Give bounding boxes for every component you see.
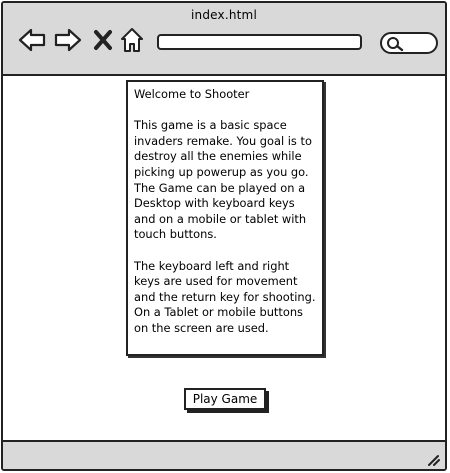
address-bar[interactable]: [157, 34, 362, 50]
info-panel: Welcome to Shooter This game is a basic …: [126, 80, 324, 356]
home-button[interactable]: [117, 25, 147, 55]
play-game-button[interactable]: Play Game: [184, 388, 266, 410]
browser-window: index.html Welcome to Shooter This game …: [1, 1, 447, 471]
page-content: Welcome to Shooter This game is a basic …: [3, 76, 445, 442]
resize-grip-icon[interactable]: [425, 452, 441, 466]
arrow-left-icon: [18, 28, 46, 52]
search-icon: [387, 37, 404, 52]
intro-paragraph: This game is a basic space invaders rema…: [134, 118, 312, 242]
arrow-right-icon: [54, 28, 82, 52]
stop-button[interactable]: [88, 25, 118, 55]
back-button[interactable]: [17, 25, 47, 55]
status-bar: [3, 440, 445, 469]
window-title: index.html: [191, 8, 257, 22]
controls-paragraph: The keyboard left and right keys are use…: [134, 258, 316, 335]
home-icon: [121, 28, 143, 52]
close-icon: [94, 30, 112, 50]
page-title: Welcome to Shooter: [134, 87, 250, 101]
browser-toolbar: index.html: [3, 3, 445, 76]
forward-button[interactable]: [53, 25, 83, 55]
search-input[interactable]: [380, 32, 438, 54]
